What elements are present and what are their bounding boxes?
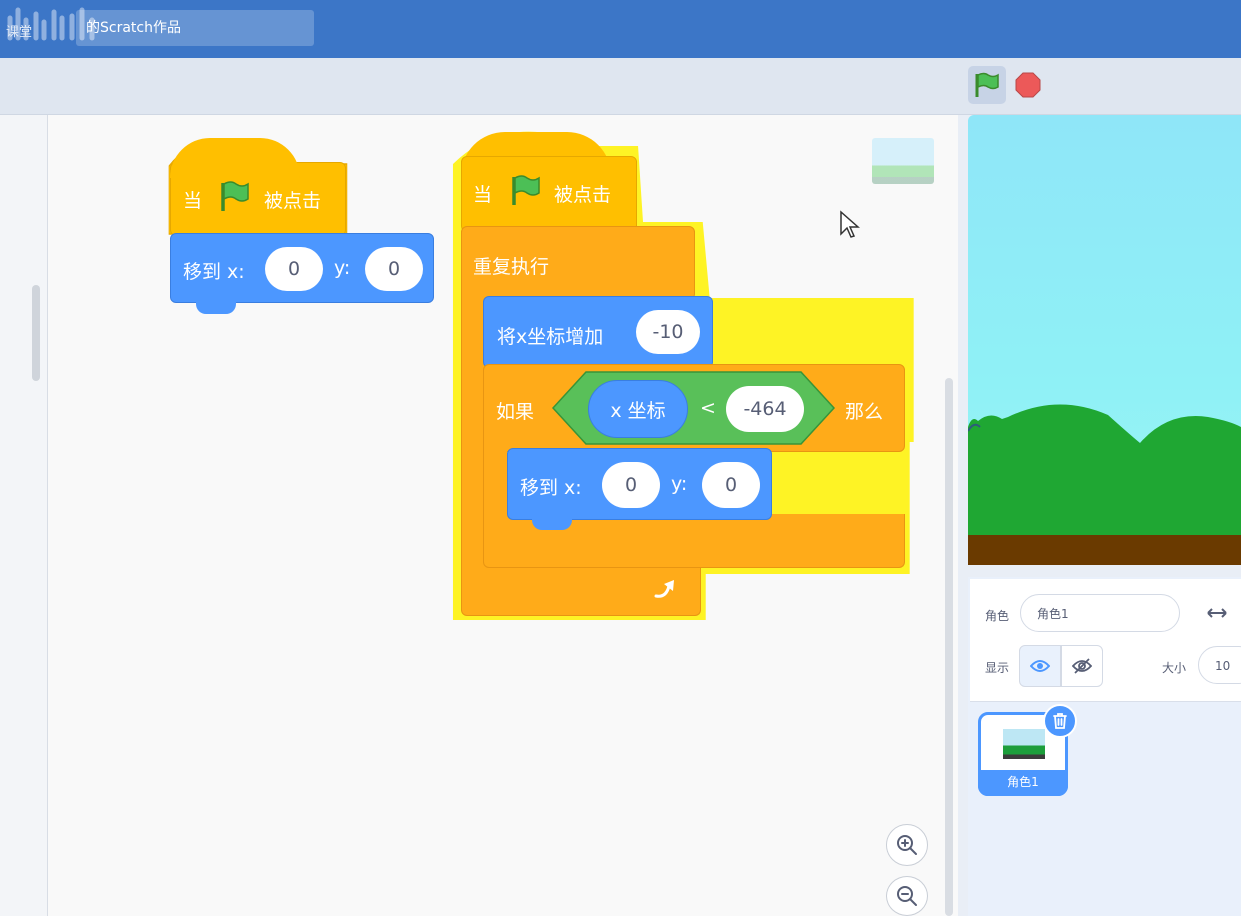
sprite-info-pane: 角色 角色1 显示 大小 10 — [970, 579, 1241, 702]
mouse-cursor-icon — [840, 210, 860, 238]
size-input[interactable]: 10 — [1198, 646, 1241, 684]
zoom-in-icon — [897, 835, 917, 855]
goto-y-label: y: — [671, 473, 688, 495]
x-position-arrows-icon — [1207, 608, 1227, 618]
green-flag-icon — [512, 175, 540, 205]
sprite-name-label: 角色 — [985, 609, 1010, 623]
goto-y-label: y: — [334, 257, 351, 279]
goto-label: 移到 x: — [520, 477, 582, 499]
hat-clicked-text: 被点击 — [554, 184, 612, 206]
goto-y-input[interactable]: 0 — [365, 247, 423, 291]
delete-sprite-button[interactable] — [1043, 704, 1077, 738]
green-flag-icon — [221, 181, 249, 211]
sprite-card-name: 角色1 — [978, 770, 1068, 796]
hat-clicked-text: 被点击 — [264, 190, 322, 212]
workspace-scrollbar[interactable] — [945, 378, 953, 916]
green-flag-button[interactable] — [968, 66, 1006, 104]
stop-icon — [1015, 72, 1041, 98]
sprite-name-input[interactable]: 角色1 — [1020, 594, 1180, 632]
repeat-arrow-icon — [654, 580, 674, 598]
goto-x-input[interactable]: 0 — [265, 247, 323, 291]
goto-y-input[interactable]: 0 — [702, 462, 760, 508]
size-label: 大小 — [1162, 661, 1187, 675]
project-title-input[interactable]: 的Scratch作品 — [76, 10, 314, 46]
goto-x-input[interactable]: 0 — [602, 462, 660, 508]
change-x-label: 将x坐标增加 — [497, 326, 604, 348]
goto-label: 移到 x: — [183, 261, 245, 283]
sprite-thumbnail-image — [1003, 729, 1045, 759]
stop-button[interactable] — [1014, 71, 1042, 99]
stage-backdrop — [968, 404, 1241, 565]
hat-when-text: 当 — [183, 190, 203, 212]
green-flag-icon — [975, 72, 999, 97]
change-x-value-input[interactable]: -10 — [636, 310, 700, 354]
eye-hidden-icon — [1072, 658, 1092, 674]
hat-when-text: 当 — [473, 184, 493, 206]
eye-icon — [1030, 660, 1050, 672]
zoom-out-button[interactable] — [886, 876, 928, 916]
zoom-out-icon — [897, 886, 917, 906]
stage[interactable] — [968, 115, 1241, 565]
trash-icon — [1053, 713, 1067, 729]
forever-label: 重复执行 — [473, 256, 550, 278]
then-label: 那么 — [845, 401, 884, 423]
show-label: 显示 — [985, 661, 1010, 675]
lt-operator-symbol: < — [700, 397, 716, 419]
menu-text: 课堂 — [6, 25, 33, 40]
menu-bar: 课堂 的Scratch作品 — [0, 0, 1241, 58]
palette-scrollbar[interactable] — [32, 285, 40, 381]
zoom-in-button[interactable] — [886, 824, 928, 866]
show-sprite-button[interactable] — [1019, 645, 1061, 687]
if-label: 如果 — [496, 401, 535, 423]
stage-toolbar — [0, 58, 1241, 115]
compare-value-input[interactable]: -464 — [726, 386, 804, 432]
hide-sprite-button[interactable] — [1061, 645, 1103, 687]
block-palette — [0, 115, 48, 916]
x-position-reporter[interactable]: x 坐标 — [588, 380, 688, 438]
